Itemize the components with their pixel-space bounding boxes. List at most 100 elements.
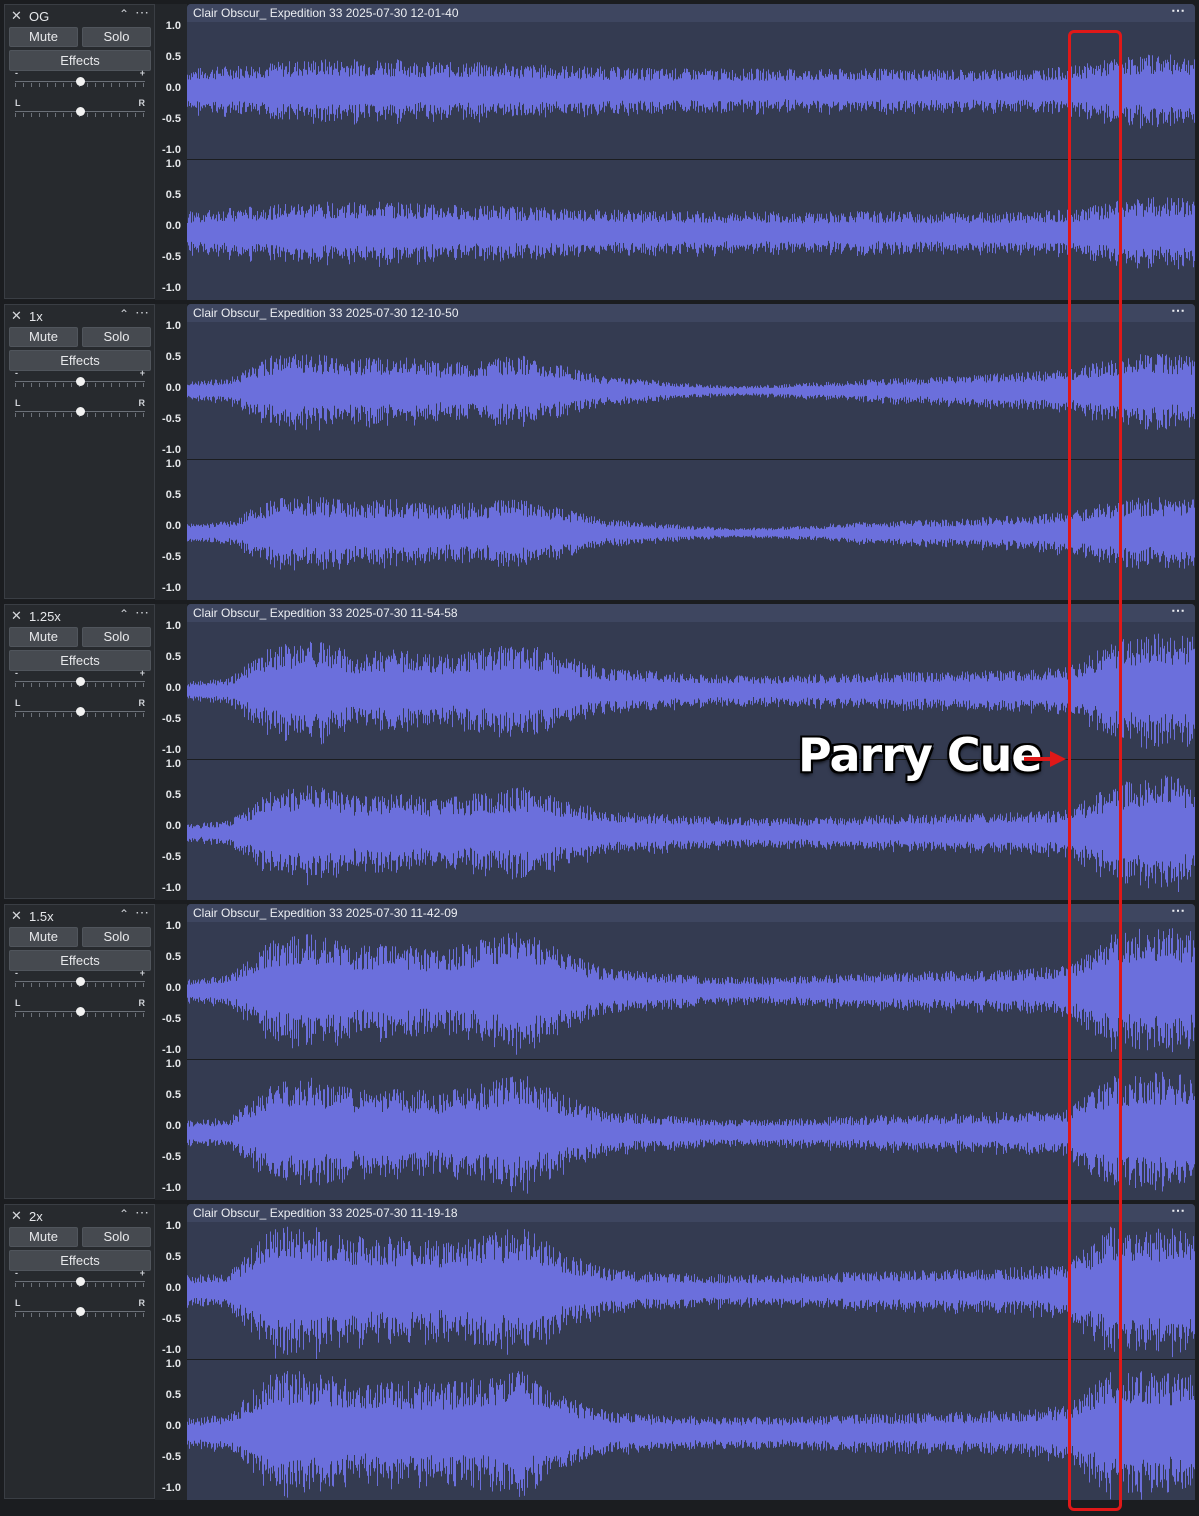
collapse-icon[interactable]: ⌃ [119,7,129,21]
gain-slider-knob[interactable] [76,77,85,86]
track-name[interactable]: 1.25x [29,609,61,624]
mute-button[interactable]: Mute [9,627,78,647]
amplitude-ruler: 1.00.50.0-0.5-1.0←←1.00.50.0-0.5-1.0←← [155,4,198,300]
mute-button[interactable]: Mute [9,1227,78,1247]
solo-button[interactable]: Solo [82,27,151,47]
gain-slider[interactable]: - + [15,1268,145,1287]
scale-tick: 1.0 [165,320,181,332]
waveform-left-channel[interactable] [187,1222,1195,1359]
audio-clip[interactable]: Clair Obscur_ Expedition 33 2025-07-30 1… [187,304,1195,600]
pan-slider-min-label: L [15,1298,21,1308]
pan-slider-knob[interactable] [76,1007,85,1016]
solo-button[interactable]: Solo [82,1227,151,1247]
pan-slider[interactable]: L R [15,698,145,717]
waveform-right-channel[interactable] [187,160,1195,300]
pan-slider-knob[interactable] [76,107,85,116]
track-control-panel: ✕ 1.25x ⌃ ⋯ Mute Solo Effects - + L R [4,604,155,899]
effects-button[interactable]: Effects [9,350,151,371]
audio-clip[interactable]: Clair Obscur_ Expedition 33 2025-07-30 1… [187,1204,1195,1500]
track-name[interactable]: 2x [29,1209,43,1224]
gain-slider[interactable]: - + [15,968,145,987]
scale-tick: 1.0 [165,620,181,632]
waveform-left-channel[interactable] [187,922,1195,1059]
track-name[interactable]: 1.5x [29,909,54,924]
pan-slider[interactable]: L R [15,998,145,1017]
audio-clip[interactable]: Clair Obscur_ Expedition 33 2025-07-30 1… [187,904,1195,1200]
mute-button[interactable]: Mute [9,27,78,47]
solo-button[interactable]: Solo [82,927,151,947]
close-track-icon[interactable]: ✕ [11,908,22,924]
close-track-icon[interactable]: ✕ [11,308,22,324]
waveform-right-channel[interactable] [187,1060,1195,1200]
track-menu-icon[interactable]: ⋯ [135,904,150,921]
clip-header[interactable]: Clair Obscur_ Expedition 33 2025-07-30 1… [187,304,1195,322]
mute-button[interactable]: Mute [9,927,78,947]
gain-slider-knob[interactable] [76,677,85,686]
waveform-left-channel[interactable] [187,22,1195,159]
pan-slider-max-label: R [138,998,146,1008]
scale-tick: -0.5 [162,251,181,263]
close-track-icon[interactable]: ✕ [11,1208,22,1224]
track-menu-icon[interactable]: ⋯ [135,304,150,321]
track-name[interactable]: OG [29,9,49,24]
waveform-right-channel[interactable] [187,460,1195,600]
gain-slider-min-label: - [15,668,18,678]
solo-button[interactable]: Solo [82,627,151,647]
scale-tick: -0.5 [162,1151,181,1163]
gain-slider-knob[interactable] [76,1277,85,1286]
gain-slider[interactable]: - + [15,68,145,87]
clip-header[interactable]: Clair Obscur_ Expedition 33 2025-07-30 1… [187,604,1195,622]
clip-header[interactable]: Clair Obscur_ Expedition 33 2025-07-30 1… [187,904,1195,922]
pan-slider[interactable]: L R [15,1298,145,1317]
effects-button[interactable]: Effects [9,650,151,671]
collapse-icon[interactable]: ⌃ [119,907,129,921]
scale-tick: 0.5 [165,951,181,963]
gain-slider[interactable]: - + [15,668,145,687]
track-name[interactable]: 1x [29,309,43,324]
pan-slider[interactable]: L R [15,398,145,417]
gain-slider-knob[interactable] [76,977,85,986]
mute-button[interactable]: Mute [9,327,78,347]
scale-tick: -1.0 [162,1182,181,1194]
close-track-icon[interactable]: ✕ [11,608,22,624]
clip-menu-icon[interactable]: ⋯ [1171,304,1185,319]
clip-menu-icon[interactable]: ⋯ [1171,904,1185,919]
waveform-right-channel[interactable] [187,760,1195,900]
effects-button[interactable]: Effects [9,50,151,71]
effects-button[interactable]: Effects [9,1250,151,1271]
gain-slider-knob[interactable] [76,377,85,386]
scale-tick: 1.0 [165,758,181,770]
clip-header[interactable]: Clair Obscur_ Expedition 33 2025-07-30 1… [187,4,1195,22]
pan-slider-knob[interactable] [76,1307,85,1316]
pan-slider[interactable]: L R [15,98,145,117]
audio-clip[interactable]: Clair Obscur_ Expedition 33 2025-07-30 1… [187,4,1195,300]
waveform-path [187,197,1195,270]
track-control-panel: ✕ OG ⌃ ⋯ Mute Solo Effects - + L R [4,4,155,299]
clip-menu-icon[interactable]: ⋯ [1171,1204,1185,1219]
track-menu-icon[interactable]: ⋯ [135,1204,150,1221]
effects-button[interactable]: Effects [9,950,151,971]
scale-tick: 0.0 [165,820,181,832]
waveform-path [187,353,1195,431]
track-menu-icon[interactable]: ⋯ [135,4,150,21]
pan-slider-min-label: L [15,98,21,108]
waveform-left-channel[interactable] [187,622,1195,759]
waveform-path [187,1226,1195,1359]
clip-menu-icon[interactable]: ⋯ [1171,604,1185,619]
collapse-icon[interactable]: ⌃ [119,607,129,621]
pan-slider-knob[interactable] [76,707,85,716]
waveform-left-channel[interactable] [187,322,1195,459]
waveform-right-channel[interactable] [187,1360,1195,1500]
solo-button[interactable]: Solo [82,327,151,347]
clip-header[interactable]: Clair Obscur_ Expedition 33 2025-07-30 1… [187,1204,1195,1222]
gain-slider[interactable]: - + [15,368,145,387]
pan-slider-max-label: R [138,98,146,108]
close-track-icon[interactable]: ✕ [11,8,22,24]
scale-tick: -0.5 [162,413,181,425]
track-menu-icon[interactable]: ⋯ [135,604,150,621]
collapse-icon[interactable]: ⌃ [119,1207,129,1221]
clip-menu-icon[interactable]: ⋯ [1171,4,1185,19]
pan-slider-knob[interactable] [76,407,85,416]
collapse-icon[interactable]: ⌃ [119,307,129,321]
scale-tick: 0.5 [165,1389,181,1401]
